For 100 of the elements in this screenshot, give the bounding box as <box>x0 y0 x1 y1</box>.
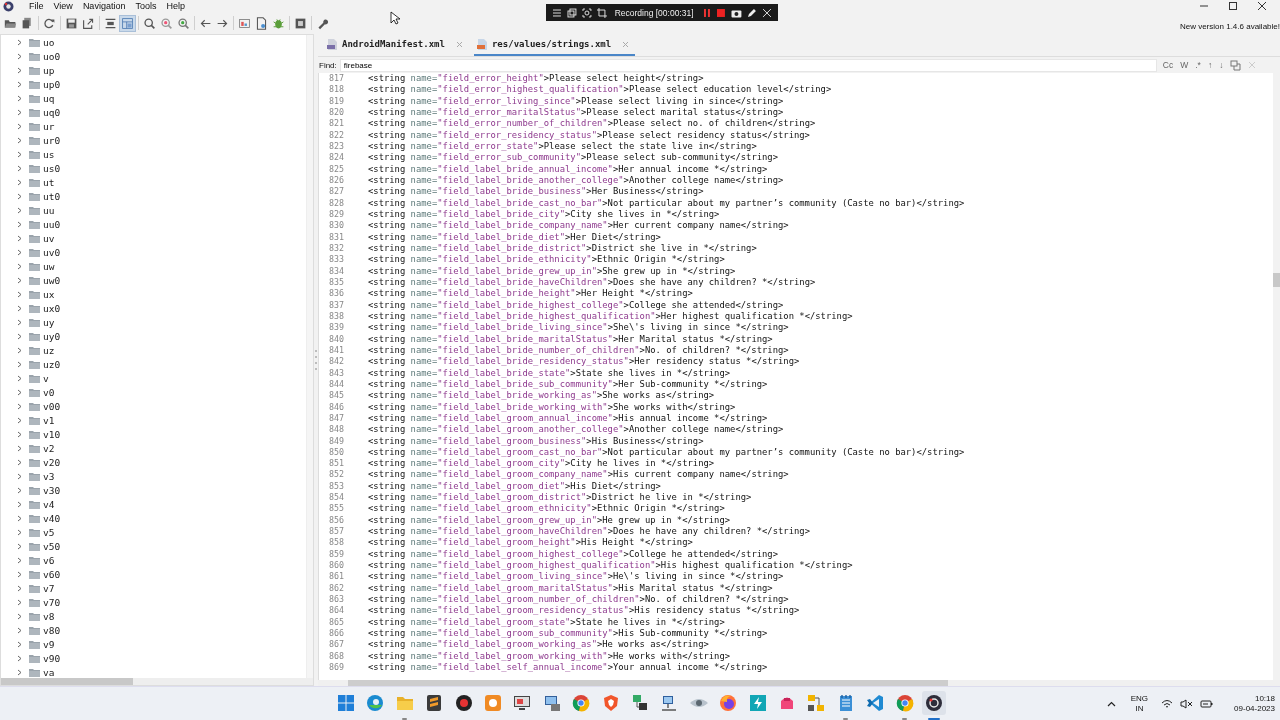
region-icon[interactable] <box>581 7 592 18</box>
muted-speaker-icon[interactable] <box>1180 698 1194 709</box>
chevron-right-icon[interactable] <box>16 38 23 46</box>
pause-icon[interactable] <box>701 7 712 18</box>
scrollbar[interactable] <box>1 678 313 685</box>
tree-item[interactable]: v9 <box>43 638 55 650</box>
find-option-button[interactable]: .* <box>1195 60 1201 70</box>
menu-item[interactable]: Tools <box>130 0 162 12</box>
tree-item[interactable]: v8 <box>43 610 55 622</box>
tree-item[interactable]: v3 <box>43 470 55 482</box>
tree-item[interactable]: v70 <box>43 596 61 608</box>
clock-date[interactable]: 09-04-2023 <box>1234 703 1275 714</box>
stop-icon[interactable] <box>716 7 727 18</box>
chevron-right-icon[interactable] <box>16 178 23 186</box>
menu-item[interactable]: Help <box>161 0 190 12</box>
chevron-right-icon[interactable] <box>16 402 23 410</box>
tree-item[interactable]: va <box>43 666 55 678</box>
chevron-right-icon[interactable] <box>16 626 23 634</box>
tree-item[interactable]: v60 <box>43 568 61 580</box>
scrollbar[interactable] <box>306 35 313 678</box>
tree-item[interactable]: v10 <box>43 428 61 440</box>
chevron-right-icon[interactable] <box>16 164 23 172</box>
find-option-button[interactable]: Cc <box>1162 60 1174 70</box>
tree-item[interactable]: uy <box>43 316 55 328</box>
chevron-right-icon[interactable] <box>16 360 23 368</box>
chevron-right-icon[interactable] <box>16 528 23 536</box>
app-icon[interactable] <box>921 690 946 715</box>
tree-item[interactable]: uy0 <box>43 330 61 342</box>
tree-item[interactable]: uu0 <box>43 218 61 230</box>
language-indicator[interactable]: ENG <box>1130 693 1149 704</box>
chevron-right-icon[interactable] <box>16 472 23 480</box>
chevron-right-icon[interactable] <box>16 668 23 676</box>
tree-item[interactable]: ut0 <box>43 190 61 202</box>
chevron-right-icon[interactable] <box>16 290 23 298</box>
tree-item[interactable]: us <box>43 148 55 160</box>
tree-item[interactable]: ur <box>43 120 55 132</box>
chevron-right-icon[interactable] <box>16 332 23 340</box>
chevron-right-icon[interactable] <box>16 500 23 508</box>
tree-item[interactable]: uo <box>43 36 55 48</box>
chevron-right-icon[interactable] <box>16 136 23 144</box>
close-icon[interactable] <box>1257 1 1267 11</box>
chevron-right-icon[interactable] <box>16 66 23 74</box>
tree-item[interactable]: v5 <box>43 526 55 538</box>
chevron-right-icon[interactable] <box>16 318 23 326</box>
tree-item[interactable]: up0 <box>43 78 61 90</box>
chevron-right-icon[interactable] <box>16 150 23 158</box>
tree-item[interactable]: v30 <box>43 484 61 496</box>
chevron-right-icon[interactable] <box>16 486 23 494</box>
tree-item[interactable]: uw0 <box>43 274 61 286</box>
wifi-icon[interactable] <box>1161 698 1174 709</box>
tree-item[interactable]: ux <box>43 288 55 300</box>
tree-item[interactable]: uu <box>43 204 55 216</box>
chevron-right-icon[interactable] <box>16 276 23 284</box>
chevron-right-icon[interactable] <box>16 94 23 102</box>
chevron-right-icon[interactable] <box>16 262 23 270</box>
crop-icon[interactable] <box>596 7 607 18</box>
tree-item[interactable]: v2 <box>43 442 55 454</box>
tree-item[interactable]: v50 <box>43 540 61 552</box>
chevron-right-icon[interactable] <box>16 52 23 60</box>
tree-item[interactable]: v90 <box>43 652 61 664</box>
chevron-right-icon[interactable] <box>16 192 23 200</box>
tree-item[interactable]: v20 <box>43 456 61 468</box>
chevron-up-icon[interactable] <box>1106 700 1116 707</box>
update-notice[interactable]: New version 1.4.6 available! <box>1179 21 1280 31</box>
tree-item[interactable]: v7 <box>43 582 55 594</box>
battery-icon[interactable] <box>1200 698 1214 709</box>
menu-item[interactable]: View <box>48 0 78 12</box>
chevron-right-icon[interactable] <box>16 220 23 228</box>
tree-item[interactable]: uz <box>43 344 55 356</box>
find-option-button[interactable]: ↓ <box>1219 60 1224 70</box>
chevron-right-icon[interactable] <box>16 598 23 606</box>
tree-item[interactable]: uz0 <box>43 358 61 370</box>
tree-item[interactable]: uv <box>43 232 55 244</box>
chevron-right-icon[interactable] <box>16 248 23 256</box>
menu-icon[interactable] <box>552 7 562 18</box>
tree-item[interactable]: v40 <box>43 512 61 524</box>
maximize-icon[interactable] <box>1228 1 1238 11</box>
menu-item[interactable]: File <box>24 0 49 12</box>
chevron-right-icon[interactable] <box>16 458 23 466</box>
tree-item[interactable]: uq <box>43 92 55 104</box>
chevron-right-icon[interactable] <box>16 234 23 242</box>
tree-item[interactable]: uo0 <box>43 50 61 62</box>
tree-item[interactable]: uq0 <box>43 106 61 118</box>
chevron-right-icon[interactable] <box>16 654 23 662</box>
clock-time[interactable]: 10:18 <box>1254 693 1275 704</box>
chevron-right-icon[interactable] <box>16 640 23 648</box>
chevron-right-icon[interactable] <box>16 430 23 438</box>
chevron-right-icon[interactable] <box>16 584 23 592</box>
tree-item[interactable]: us0 <box>43 162 61 174</box>
chevron-right-icon[interactable] <box>16 416 23 424</box>
tree-item[interactable]: up <box>43 64 55 76</box>
chevron-right-icon[interactable] <box>16 514 23 522</box>
tree-item[interactable]: ux0 <box>43 302 61 314</box>
find-field[interactable]: firebase <box>339 58 1157 72</box>
tree-item[interactable]: v <box>43 372 49 384</box>
tree-item[interactable]: v6 <box>43 554 55 566</box>
filter-icon[interactable] <box>1230 59 1242 71</box>
tree-item[interactable]: ur0 <box>43 134 61 146</box>
chevron-right-icon[interactable] <box>16 122 23 130</box>
editor-tab[interactable]: AndroidManifest.xml <box>324 34 469 56</box>
